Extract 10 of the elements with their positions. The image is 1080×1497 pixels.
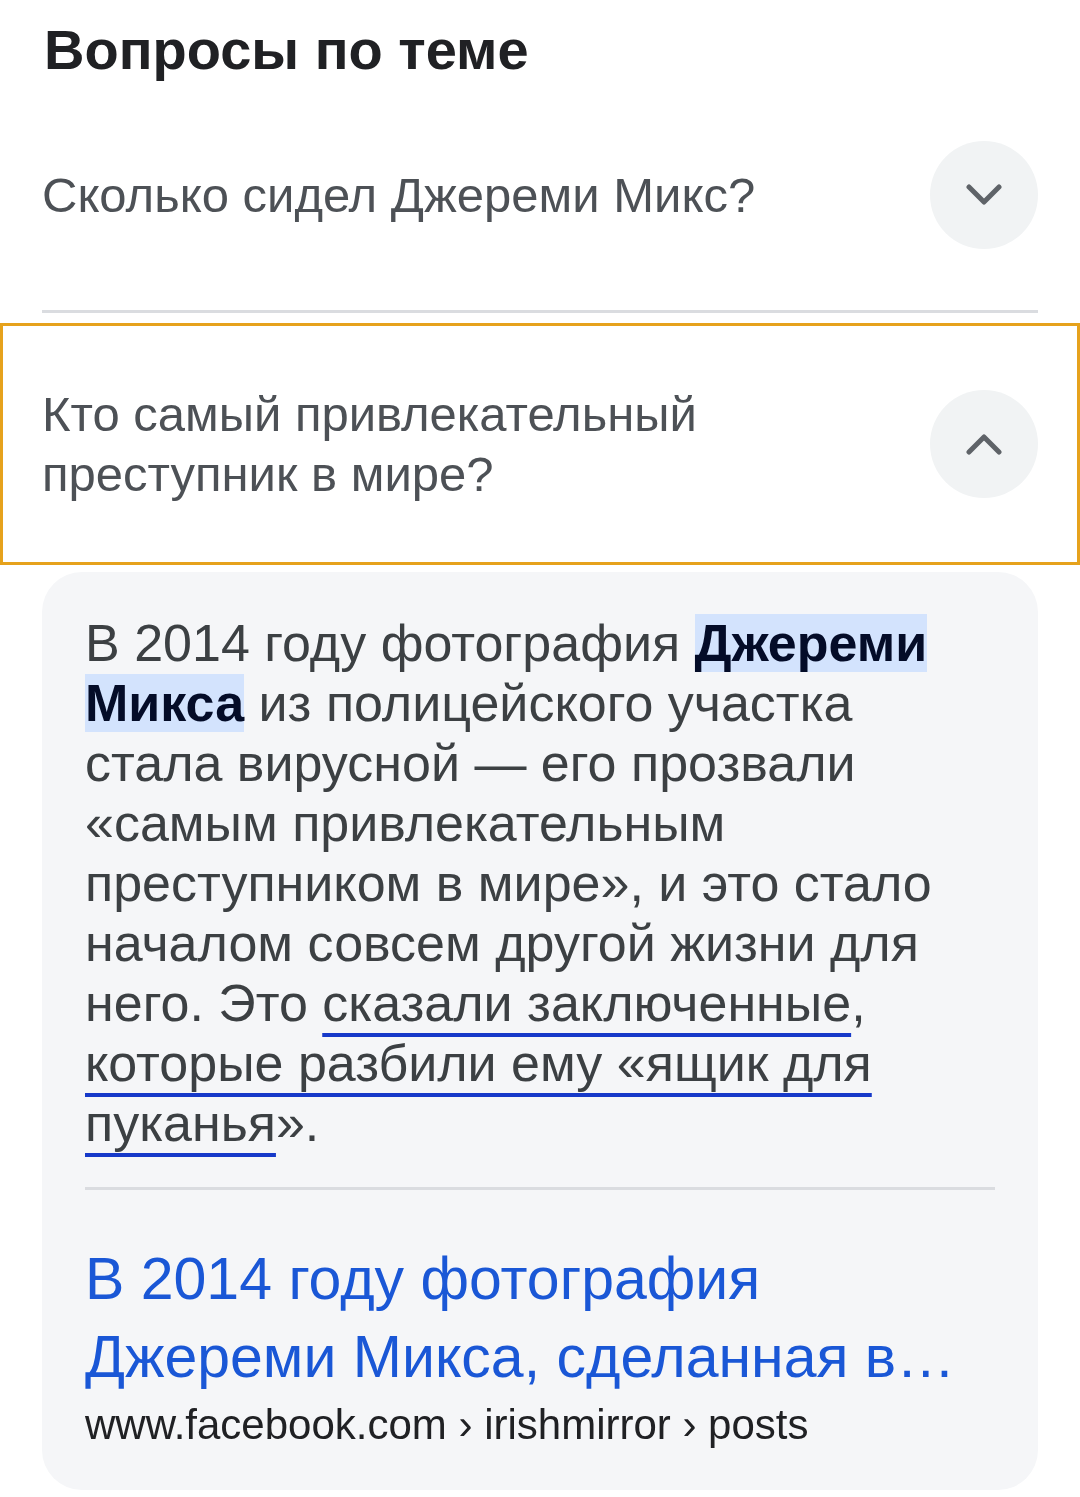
section-title: Вопросы по теме [43, 17, 530, 80]
source-link[interactable]: В 2014 году фотография Джереми Микса, сделанная в… [85, 1240, 995, 1396]
question-row[interactable]: Кто самый привлекательный преступник в мире? [0, 323, 1080, 565]
source-url: www.facebook.com › irishmirror › posts [85, 1400, 810, 1450]
chevron-down-icon [966, 184, 1002, 206]
question-text: Сколько сидел Джереми Микс? [42, 167, 757, 224]
question-row[interactable]: Сколько сидел Джереми Микс? [0, 80, 1080, 310]
question-text: Кто самый привлекательный преступник в мире? [42, 386, 698, 503]
answer-text: В 2014 году фотография Джереми Микса из полицейского участка стала вирусной — его прозвали «самым привлекательным преступником в мире», и это стало началом совсем другой жизни для него. Это сказали заключенные, которые разбили ему «ящик для пуканья». [85, 613, 933, 1153]
chevron-up-icon [966, 433, 1002, 455]
